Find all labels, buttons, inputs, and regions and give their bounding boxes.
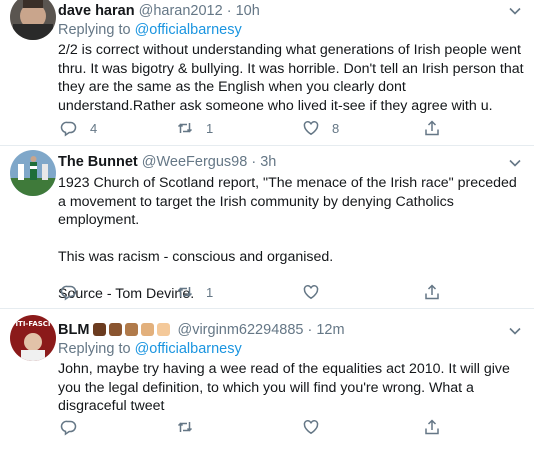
retweet-count: 1	[206, 120, 214, 136]
fist-emoji	[157, 323, 171, 336]
display-name[interactable]: The Bunnet	[58, 154, 138, 170]
tweet[interactable]: dave haran @haran2012 · 10h Replying to …	[0, 0, 534, 146]
heart-icon	[303, 120, 319, 136]
tweet-text: John, maybe try having a wee read of the…	[58, 360, 524, 416]
display-name[interactable]: BLM	[58, 322, 89, 338]
fist-emoji	[93, 323, 107, 336]
tweet-actions: 1	[58, 282, 444, 302]
retweet-icon	[177, 123, 193, 133]
like-count: 8	[332, 120, 340, 136]
retweet-button[interactable]	[176, 417, 206, 437]
share-icon	[425, 120, 439, 136]
mention-link[interactable]: @officialbarnesy	[135, 341, 242, 357]
timestamp[interactable]: 12m	[316, 322, 344, 338]
tweet-header: The Bunnet @WeeFergus98 · 3h	[58, 153, 504, 171]
reply-count: 4	[90, 120, 98, 136]
like-button[interactable]	[302, 417, 332, 437]
share-icon	[425, 419, 439, 435]
user-handle[interactable]: @haran2012	[139, 3, 223, 19]
timestamp[interactable]: 10h	[236, 3, 260, 19]
user-handle[interactable]: @virginm62294885	[177, 322, 303, 338]
retweet-count: 1	[206, 284, 214, 300]
reply-button[interactable]: 4	[60, 118, 97, 138]
tweet-text: 2/2 is correct without understanding wha…	[58, 41, 524, 115]
replying-to-label: Replying to	[58, 341, 135, 357]
reply-icon	[60, 121, 77, 137]
tweet-actions: 4 1 8	[58, 118, 444, 138]
separator: ·	[251, 154, 257, 170]
share-button[interactable]	[423, 417, 441, 437]
retweet-button[interactable]: 1	[176, 118, 213, 138]
mention-link[interactable]: @officialbarnesy	[135, 22, 242, 38]
tweet-paragraph: John, maybe try having a wee read of the…	[58, 361, 510, 414]
display-name[interactable]: dave haran	[58, 3, 135, 19]
retweet-icon	[177, 287, 193, 297]
avatar[interactable]	[10, 0, 56, 40]
reply-icon	[60, 285, 77, 301]
replying-to: Replying to @officialbarnesy	[58, 21, 242, 39]
user-handle[interactable]: @WeeFergus98	[142, 154, 248, 170]
heart-icon	[303, 419, 319, 435]
tweet-paragraph: 2/2 is correct without understanding wha…	[58, 42, 524, 114]
chevron-down-icon[interactable]	[508, 324, 522, 338]
retweet-icon	[177, 422, 193, 432]
chevron-down-icon[interactable]	[508, 4, 522, 18]
chevron-down-icon[interactable]	[508, 156, 522, 170]
tweet[interactable]: ITI-FASCI BLM @virginm62294885 · 12m Rep…	[0, 309, 534, 449]
fist-emoji	[109, 323, 123, 336]
avatar[interactable]: ITI-FASCI	[10, 315, 56, 361]
share-button[interactable]	[423, 118, 441, 138]
fist-emoji	[125, 323, 139, 336]
retweet-button[interactable]: 1	[176, 282, 213, 302]
reply-button[interactable]	[60, 282, 90, 302]
replying-to: Replying to @officialbarnesy	[58, 340, 242, 358]
share-icon	[425, 284, 439, 300]
tweet-paragraph: 1923 Church of Scotland report, "The men…	[58, 175, 517, 228]
tweet-header: dave haran @haran2012 · 10h	[58, 2, 504, 20]
heart-icon	[303, 284, 319, 300]
like-button[interactable]	[302, 282, 332, 302]
tweet[interactable]: The Bunnet @WeeFergus98 · 3h 1923 Church…	[0, 146, 534, 309]
reply-button[interactable]	[60, 417, 90, 437]
share-button[interactable]	[423, 282, 441, 302]
separator: ·	[307, 322, 313, 338]
replying-to-label: Replying to	[58, 22, 135, 38]
tweet-actions	[58, 417, 444, 437]
fist-emoji	[141, 323, 155, 336]
reply-icon	[60, 420, 77, 436]
separator: ·	[226, 3, 232, 19]
tweet-paragraph: This was racism - conscious and organise…	[58, 249, 334, 265]
avatar[interactable]	[10, 150, 56, 196]
tweet-header: BLM @virginm62294885 · 12m	[58, 321, 504, 339]
fist-emojis	[93, 322, 173, 338]
avatar-text: ITI-FASCI	[15, 320, 50, 328]
like-button[interactable]: 8	[302, 118, 339, 138]
timestamp[interactable]: 3h	[260, 154, 276, 170]
